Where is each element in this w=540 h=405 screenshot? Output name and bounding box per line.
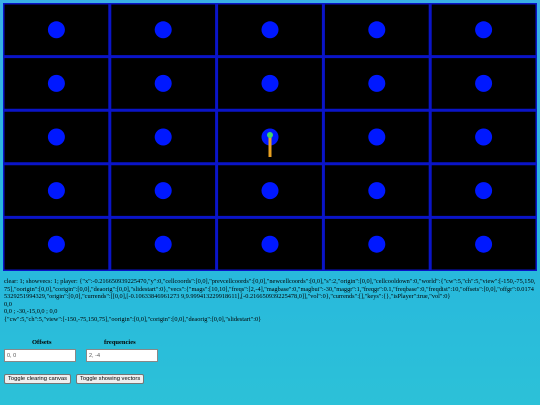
- offsets-input[interactable]: [4, 349, 76, 362]
- cell-dot: [154, 21, 172, 39]
- cell-dot: [475, 128, 493, 146]
- game-scene: [3, 3, 537, 271]
- cell-dot: [475, 235, 493, 253]
- toggle-clearing-canvas-button[interactable]: Toggle clearing canvas: [4, 374, 71, 384]
- controls-panel: Offsets frequencies Toggle clearing canv…: [4, 339, 204, 384]
- frequencies-label: frequencies: [104, 339, 136, 346]
- cell-dot: [261, 21, 279, 39]
- cell-dot: [154, 235, 172, 253]
- debug-state-line: clear: 1; showvecs: 1; player: {"x":-0.2…: [4, 278, 536, 300]
- cell-dot: [368, 182, 386, 200]
- frequencies-input[interactable]: [86, 349, 158, 362]
- debug-coords-line: 0,0: [4, 300, 12, 308]
- debug-world-line: {"cw":5,"ch":5,"view":[-150,-75,150,75],…: [4, 315, 262, 323]
- cell-dot: [475, 182, 493, 200]
- cell-dot: [261, 74, 279, 92]
- player-marker: [267, 132, 273, 138]
- cell-dot: [47, 128, 65, 146]
- cell-dot: [154, 182, 172, 200]
- cell-dot: [154, 128, 172, 146]
- game-canvas[interactable]: [3, 3, 537, 271]
- cell-dot: [475, 74, 493, 92]
- debug-output: clear: 1; showvecs: 1; player: {"x":-0.2…: [4, 278, 536, 323]
- toggle-showing-vectors-button[interactable]: Toggle showing vectors: [75, 374, 145, 384]
- debug-view-line: 0,0 ; -30,-15,0,0 ; 0,0: [4, 308, 58, 315]
- cell-dot: [368, 235, 386, 253]
- cell-dot: [47, 182, 65, 200]
- offsets-label: Offsets: [32, 339, 52, 346]
- cell-dot: [47, 235, 65, 253]
- cell-dot: [368, 128, 386, 146]
- cell-dot: [475, 21, 493, 39]
- cell-dot: [368, 21, 386, 39]
- cell-dot: [154, 74, 172, 92]
- cell-dot: [47, 74, 65, 92]
- cell-dot: [47, 21, 65, 39]
- cell-dot: [261, 182, 279, 200]
- cell-dot: [368, 74, 386, 92]
- cell-dot: [261, 235, 279, 253]
